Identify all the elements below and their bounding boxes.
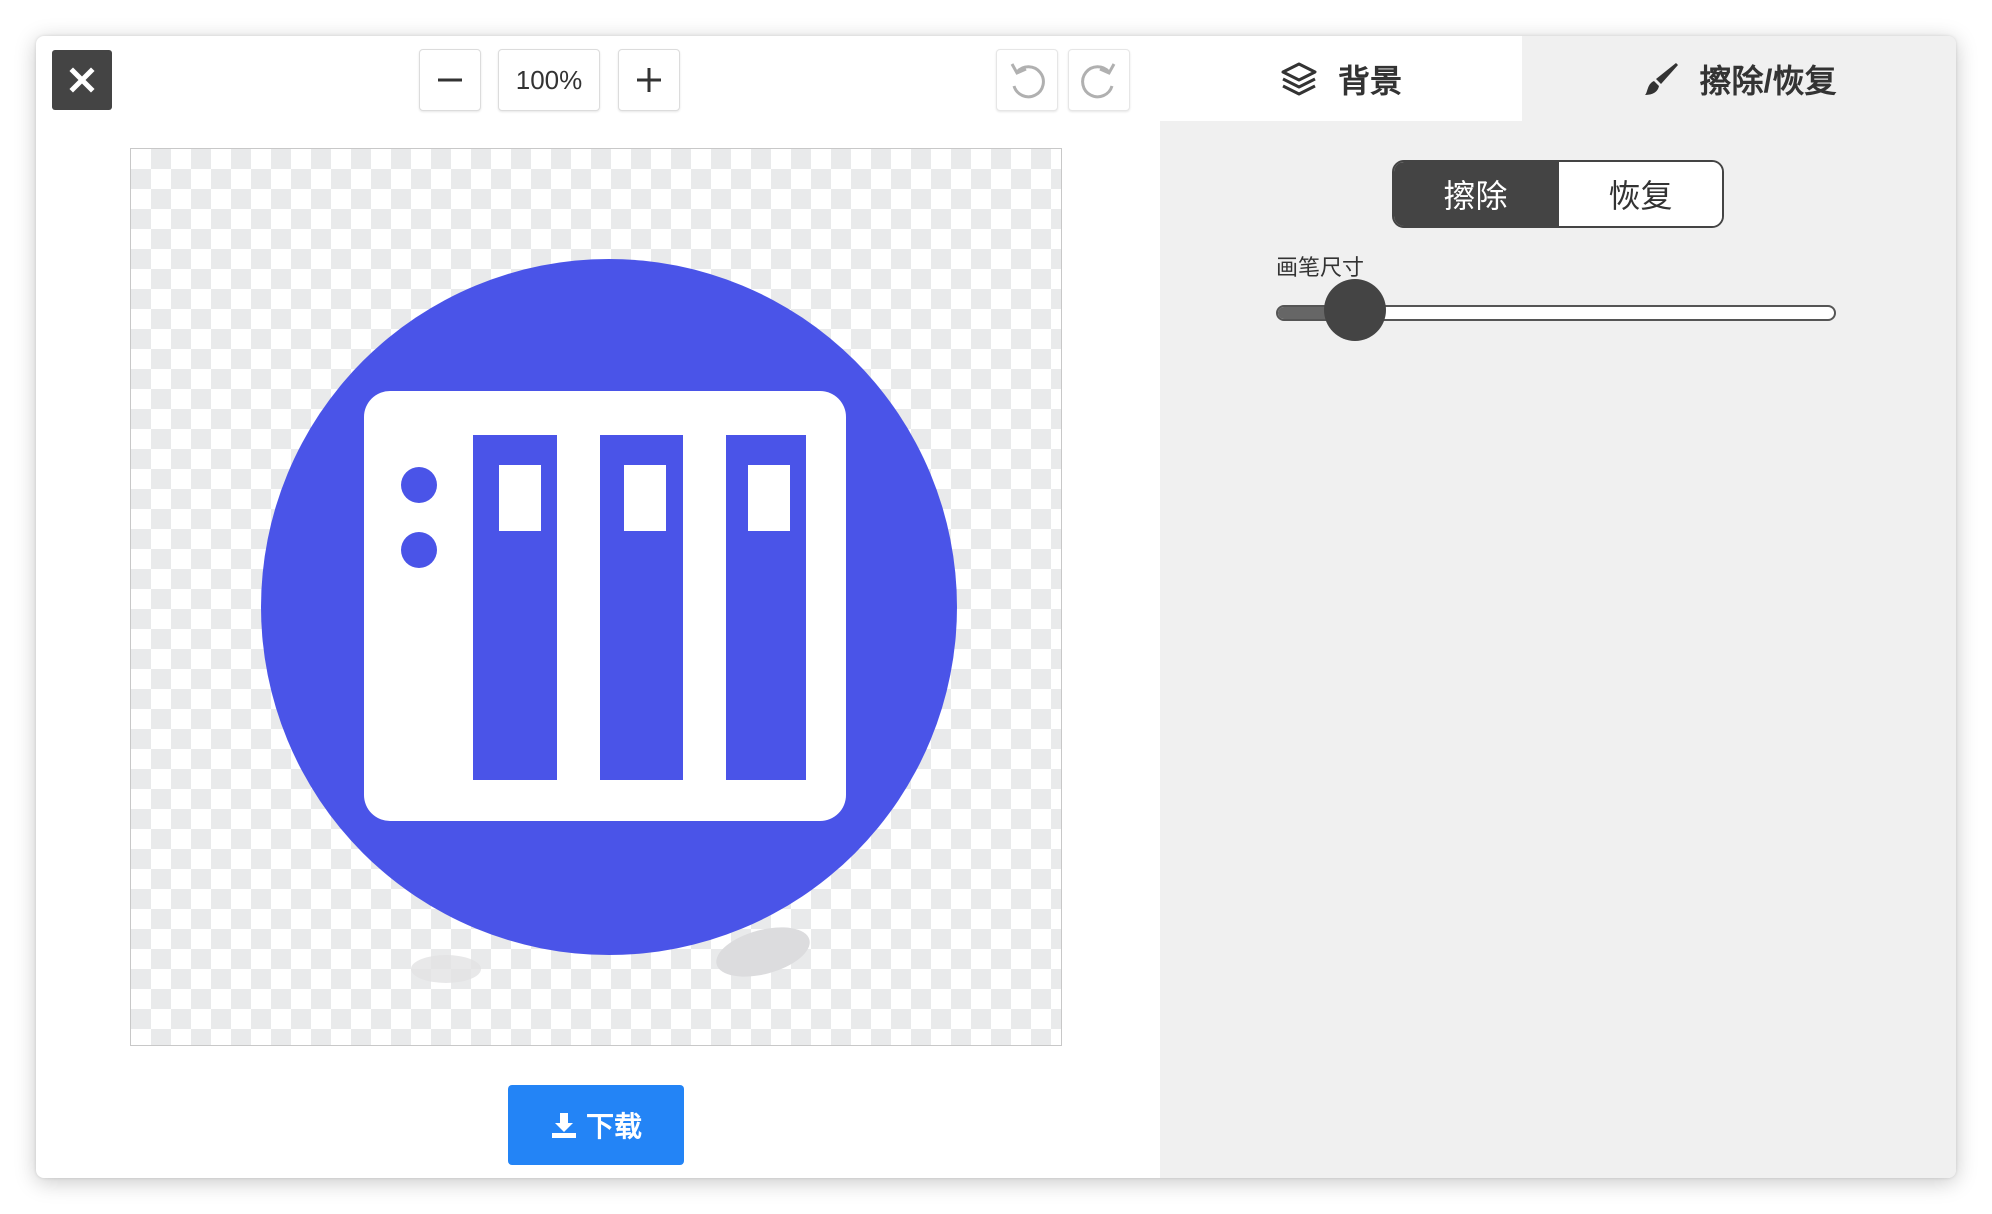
- zoom-out-button[interactable]: [419, 49, 481, 111]
- minus-icon: [438, 78, 462, 82]
- background-editor-modal: 100% 下载 背景 擦除/恢复 擦除 恢复 画笔尺寸: [36, 36, 1956, 1178]
- image-canvas[interactable]: [130, 148, 1062, 1046]
- server-rack-icon: [261, 259, 957, 983]
- redo-button[interactable]: [1068, 49, 1130, 111]
- brush-size-thumb[interactable]: [1324, 279, 1387, 341]
- tab-erase-restore[interactable]: 擦除/恢复: [1522, 36, 1956, 121]
- settings-panel: 背景 擦除/恢复 擦除 恢复 画笔尺寸: [1160, 36, 1956, 1178]
- brush-size-label: 画笔尺寸: [1276, 255, 1365, 280]
- zoom-level-display: 100%: [498, 49, 600, 111]
- redo-icon: [1081, 63, 1116, 99]
- zoom-in-button[interactable]: [618, 49, 680, 111]
- plus-icon: [637, 68, 661, 92]
- tab-erase-restore-label: 擦除/恢复: [1699, 62, 1837, 99]
- restore-mode-button[interactable]: 恢复: [1557, 162, 1722, 226]
- brush-icon: [1644, 62, 1678, 95]
- tab-background-label: 背景: [1337, 62, 1402, 99]
- download-label: 下载: [585, 1111, 642, 1142]
- download-button[interactable]: 下载: [508, 1085, 684, 1165]
- download-icon: [551, 1113, 576, 1138]
- tab-background[interactable]: 背景: [1160, 36, 1522, 121]
- erase-mode-button[interactable]: 擦除: [1394, 162, 1557, 226]
- layers-icon: [1281, 62, 1317, 95]
- close-button[interactable]: [52, 50, 112, 110]
- undo-button[interactable]: [996, 49, 1058, 111]
- mode-toggle: 擦除 恢复: [1392, 160, 1724, 228]
- undo-icon: [1010, 63, 1045, 99]
- close-icon: [69, 67, 95, 93]
